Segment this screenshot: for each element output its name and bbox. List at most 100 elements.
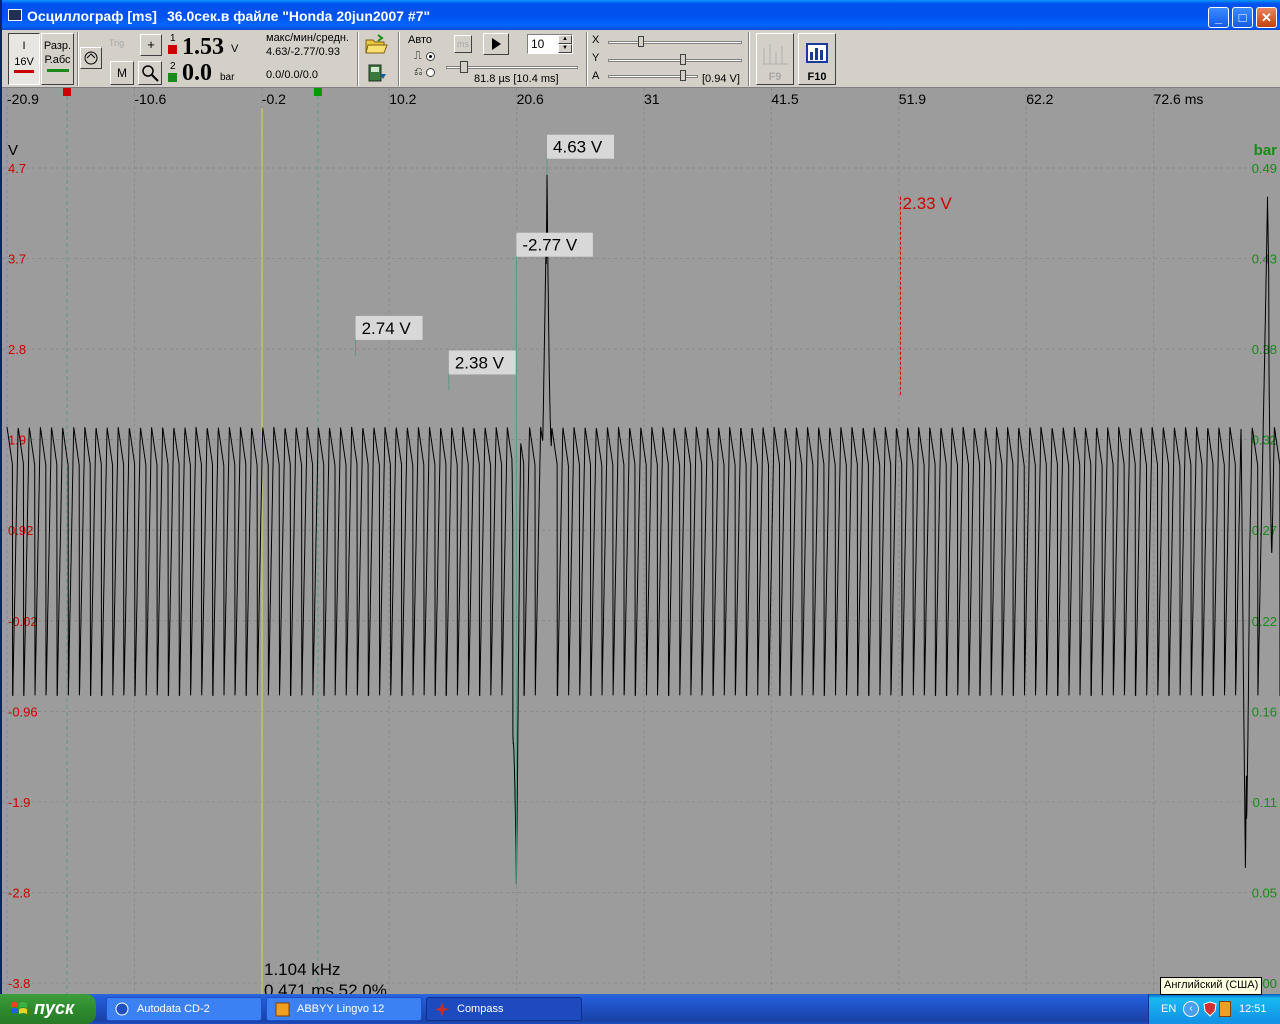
close-button[interactable]: ✕ [1256,7,1277,28]
marker-label: 4.63 V [553,138,603,157]
ch2-swatch [168,73,177,82]
frequency-readout: 1.104 kHz [264,960,341,979]
trig-label: Trig [109,38,125,48]
play-icon [492,38,501,50]
tray-expand-icon[interactable]: ‹ [1183,1001,1199,1017]
zoom-button[interactable] [138,61,162,85]
trigger-button[interactable] [80,47,102,69]
a-label: A [592,70,600,82]
chart-bars-icon [806,43,828,63]
clock: 12:51 [1239,1003,1267,1015]
task-autodata[interactable]: Autodata CD-2 [106,997,262,1021]
security-shield-icon[interactable] [1203,1001,1217,1017]
rabs-label: Р.абс [44,54,71,66]
x-tick-label: -0.2 [262,91,286,107]
x-tick-label: 51.9 [899,91,926,107]
y-right-tick-label: 0.11 [1253,795,1277,810]
m-button[interactable]: M [110,61,134,85]
f10-button[interactable]: F10 [798,33,836,85]
marker-label: 2.33 V [903,194,953,213]
ch2-value: 0.0 [182,60,212,86]
y-left-tick-label: 1.9 [8,433,26,448]
ms-button[interactable]: ms [454,35,472,53]
save-disk-icon [368,64,386,82]
range-top-label: I [22,40,26,52]
fall-edge-icon: ⎌ [414,66,423,78]
y-right-tick-label: 0.32 [1252,433,1277,448]
windows-logo-icon [11,1002,27,1014]
compass-icon [435,1002,450,1017]
ch1-color-bar [14,70,34,73]
ch1-swatch [168,45,177,54]
y-right-tick-label: 0.49 [1252,161,1277,176]
stats-ch2: 0.0/0.0/0.0 [266,69,318,81]
ch2-number: 2 [170,61,176,72]
marker-label: 2.74 V [362,319,412,338]
y-left-axis-label: V [8,142,18,159]
language-tooltip: Английский (США) [1160,977,1263,995]
y-left-tick-label: -2.8 [8,885,30,900]
title-bar[interactable]: Осциллограф [ms] 36.0сек.в файле "Honda … [2,0,1280,30]
language-indicator[interactable]: EN [1161,1003,1176,1015]
minimize-button[interactable]: _ [1208,7,1229,28]
f9-label: F9 [768,71,782,83]
range-button[interactable]: I 16V [8,33,40,85]
fall-radio[interactable] [426,68,435,77]
timebase-readout: 81.8 µs [10.4 ms] [474,73,559,85]
open-button[interactable] [364,34,388,56]
f9-button[interactable]: F9 [756,33,794,85]
maximize-button[interactable]: □ [1232,7,1253,28]
task-compass[interactable]: Compass [426,997,582,1021]
chart-disabled-icon [762,44,788,65]
system-tray: EN ‹ 12:51 [1148,994,1280,1024]
x-tick-label: 41.5 [771,91,798,107]
y-left-tick-label: 0.92 [8,523,33,538]
tray-app-icon[interactable] [1219,1001,1231,1017]
ch2-color-bar [46,69,69,72]
range-value: 16V [14,56,34,68]
x-label: X [592,34,600,46]
start-button[interactable]: пуск [0,994,96,1024]
y-left-tick-label: 3.7 [8,252,26,267]
zoom-icon [142,65,159,82]
y-slider[interactable] [608,54,742,66]
add-button[interactable]: + [140,34,162,56]
cursor-2-handle [314,88,322,96]
y-right-tick-label: 0.05 [1252,885,1277,900]
x-slider[interactable] [608,36,742,48]
cursor-1-handle [63,88,71,96]
a-slider[interactable] [608,70,698,82]
y-right-tick-label: 0.22 [1252,614,1277,629]
taskbar: пуск Autodata CD-2 ABBYY Lingvo 12 Compa… [0,994,1280,1024]
task-label: Autodata CD-2 [137,1003,210,1015]
y-right-tick-label: 0.16 [1252,704,1277,719]
stats-ch1: 4.63/-2.77/0.93 [266,46,341,58]
lingvo-icon [275,1002,290,1017]
timebase-slider[interactable] [442,60,582,74]
spin-up-button[interactable]: ▲ [558,35,572,44]
task-label: Compass [457,1003,504,1015]
x-tick-label: -10.6 [134,91,166,107]
start-label: пуск [34,998,75,1018]
count-spinbox[interactable]: 10 ▲ ▼ [527,34,573,54]
y-left-tick-label: -0.96 [8,704,38,719]
spin-down-button[interactable]: ▼ [558,44,572,53]
oscilloscope-plot[interactable]: -20.9 -10.6 -0.2 10.2 20.6 31 41.5 51.9 62.2 72.6… [2,88,1280,994]
a-value: [0.94 V] [702,73,740,85]
x-tick-label: 20.6 [517,91,544,107]
ch2-unit: bar [220,72,235,83]
razr-button[interactable]: Разр. Р.абс [41,33,74,85]
y-right-axis-label: bar [1254,142,1278,159]
y-right-tick-label: 0.27 [1252,523,1277,538]
stats-header: макс/мин/средн. [266,32,350,44]
y-left-tick-label: -1.9 [8,795,30,810]
oscilloscope-window: Осциллограф [ms] 36.0сек.в файле "Honda … [0,0,1280,994]
play-button[interactable] [483,33,509,55]
x-tick-label: 31 [644,91,660,107]
task-lingvo[interactable]: ABBYY Lingvo 12 [266,997,422,1021]
save-button[interactable] [366,62,388,84]
y-left-tick-label: 4.7 [8,161,26,176]
y-label: Y [592,52,600,64]
rise-radio[interactable] [426,52,435,61]
x-tick-label: 72.6 ms [1154,91,1204,107]
